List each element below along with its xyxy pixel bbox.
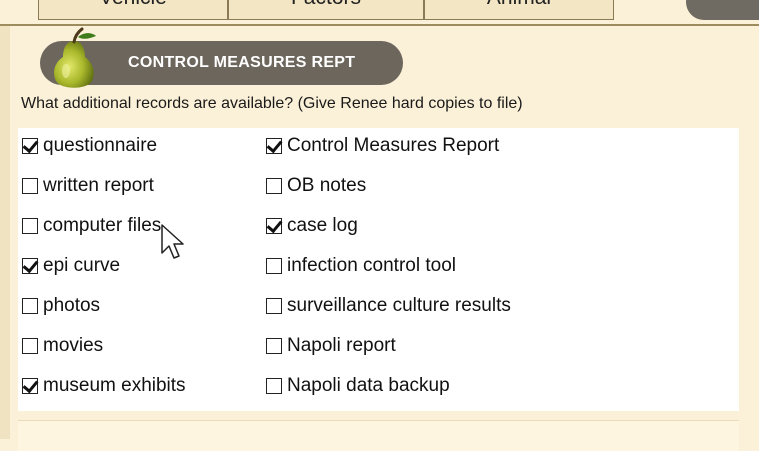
tab-active-indicator[interactable] (686, 0, 759, 20)
checklist-item[interactable]: case log (266, 211, 358, 241)
checkbox-label: museum exhibits (43, 375, 186, 396)
checkbox-written-report[interactable] (22, 178, 38, 194)
tab-vehicle[interactable]: Vehicle (38, 0, 228, 20)
checklist-item[interactable]: museum exhibits (22, 371, 186, 401)
checkbox-label: computer files (43, 215, 162, 236)
checkbox-questionnaire[interactable] (22, 138, 38, 154)
panel-edge (0, 26, 10, 439)
checklist-item[interactable]: Napoli data backup (266, 371, 450, 401)
checklist-item[interactable]: OB notes (266, 171, 366, 201)
checkbox-movies[interactable] (22, 338, 38, 354)
records-question: What additional records are available? (… (21, 95, 523, 112)
pear-icon (54, 27, 96, 88)
checkbox-label: epi curve (43, 255, 121, 276)
tab-strip: Vehicle Factors Animal (0, 0, 759, 26)
checkbox-label: surveillance culture results (287, 295, 511, 316)
checklist-item[interactable]: computer files (22, 211, 161, 241)
checklist-item[interactable]: Control Measures Report (266, 131, 499, 161)
tab-divider (0, 24, 759, 26)
checklist-item[interactable]: infection control tool (266, 251, 456, 281)
tab-factors[interactable]: Factors (228, 0, 424, 20)
tab-label: Factors (291, 0, 361, 9)
checkbox-label: infection control tool (287, 255, 456, 276)
checkbox-label: Napoli report (287, 335, 396, 356)
tab-label: Animal (487, 0, 551, 9)
checkbox-label: Control Measures Report (287, 135, 500, 156)
checkbox-label: movies (43, 335, 104, 356)
section-title: CONTROL MEASURES REPT (128, 54, 356, 71)
checkbox-label: questionnaire (43, 135, 158, 156)
checkbox-computer-files[interactable] (22, 218, 38, 234)
checkbox-infection-control-tool[interactable] (266, 258, 282, 274)
checklist-item[interactable]: written report (22, 171, 154, 201)
records-checklist: questionnaire written report computer fi… (18, 128, 739, 411)
mouse-pointer-icon (161, 224, 184, 259)
checkbox-museum-exhibits[interactable] (22, 378, 38, 394)
tab-label: Vehicle (99, 0, 167, 9)
checklist-item[interactable]: surveillance culture results (266, 291, 511, 321)
tab-animal[interactable]: Animal (424, 0, 614, 20)
checkbox-label: case log (287, 215, 358, 236)
checkbox-epi-curve[interactable] (22, 258, 38, 274)
checklist-item[interactable]: epi curve (22, 251, 120, 281)
checkbox-ob-notes[interactable] (266, 178, 282, 194)
checklist-item[interactable]: Napoli report (266, 331, 396, 361)
checkbox-photos[interactable] (22, 298, 38, 314)
checkbox-napoli-data-backup[interactable] (266, 378, 282, 394)
checkbox-label: photos (43, 295, 101, 316)
checkbox-label: OB notes (287, 175, 367, 196)
checkbox-control-measures-report[interactable] (266, 138, 282, 154)
checkbox-surveillance-culture-results[interactable] (266, 298, 282, 314)
checkbox-label: written report (43, 175, 154, 196)
checkbox-label: Napoli data backup (287, 375, 450, 396)
next-section-box (18, 420, 739, 451)
checklist-item[interactable]: questionnaire (22, 131, 157, 161)
checklist-item[interactable]: photos (22, 291, 100, 321)
checkbox-napoli-report[interactable] (266, 338, 282, 354)
checklist-item[interactable]: movies (22, 331, 103, 361)
checkbox-case-log[interactable] (266, 218, 282, 234)
